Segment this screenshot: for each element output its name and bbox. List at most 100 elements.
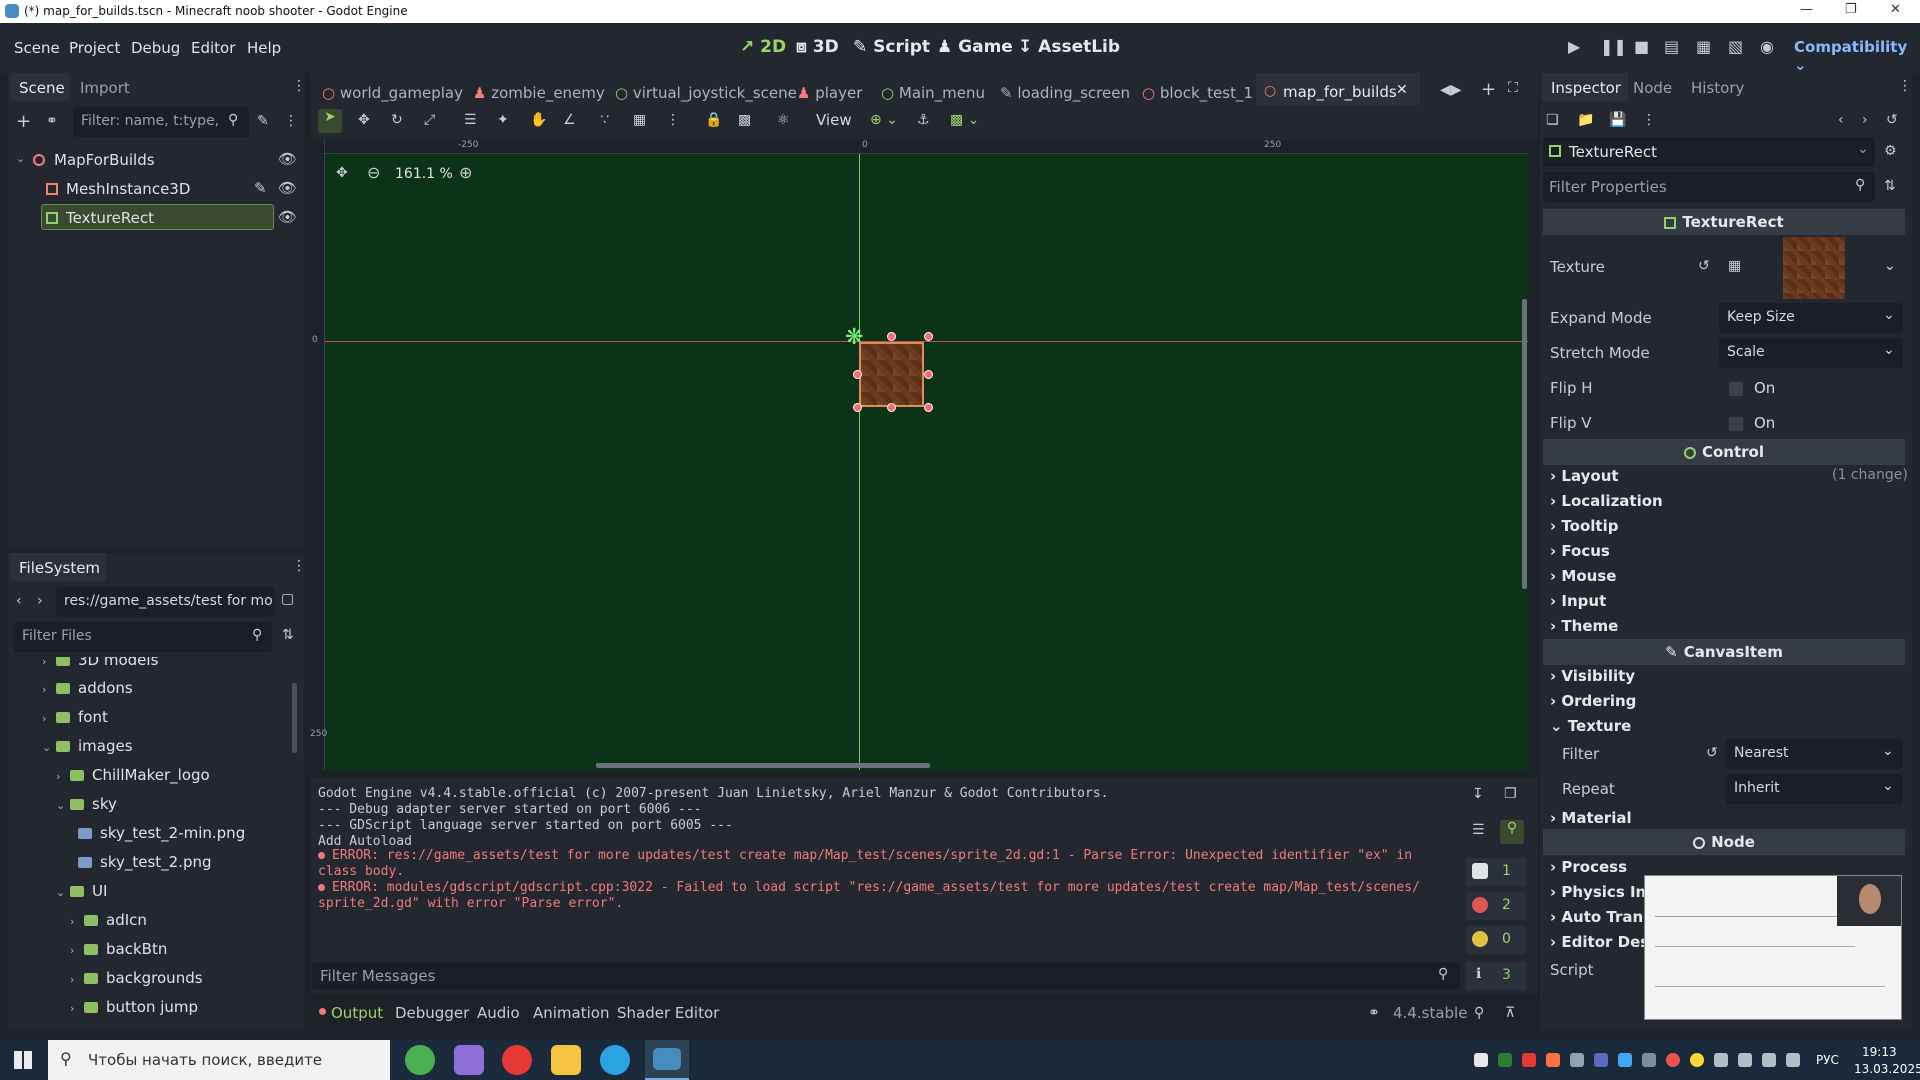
tray-app-icon[interactable] <box>1498 1053 1512 1067</box>
file-filter-input[interactable]: Filter Files ⚲ <box>14 622 272 652</box>
list-item[interactable]: sky_test_2-min.png <box>78 824 245 852</box>
expand-mode-select[interactable]: Keep Size ⌄ <box>1719 303 1903 333</box>
section-focus[interactable]: › Focus <box>1550 542 1610 560</box>
object-tools-icon[interactable]: ⚙ <box>1884 143 1897 159</box>
tab-history[interactable]: History <box>1691 79 1744 97</box>
anchor-gizmo-icon[interactable]: ❋ <box>845 325 863 350</box>
movie-icon[interactable]: ◉ <box>1760 37 1774 56</box>
zoom-out-icon[interactable]: ⊖ <box>367 163 380 182</box>
play-custom-icon[interactable]: ▧ <box>1728 37 1743 56</box>
expand-panel-icon[interactable]: ⊼ <box>1505 1005 1515 1021</box>
revert-icon[interactable]: ↺ <box>1698 258 1710 274</box>
pin-icon[interactable]: ⚲ <box>1474 1005 1484 1021</box>
map-icon[interactable]: ▦ <box>1728 258 1741 274</box>
object-selector[interactable]: TextureRect ⌄ <box>1543 137 1875 167</box>
link-icon[interactable]: ⚭ <box>46 113 58 129</box>
workspace-assetlib[interactable]: ↧ AssetLib <box>1018 37 1120 57</box>
resize-handle[interactable] <box>887 332 896 341</box>
network-icon[interactable] <box>1762 1053 1776 1067</box>
select-mode-icon[interactable]: ➤ <box>318 109 342 133</box>
dock-menu-icon[interactable]: ⋮ <box>1898 78 1912 94</box>
stop-icon[interactable]: ■ <box>1634 37 1649 56</box>
tree-menu-icon[interactable]: ⋮ <box>284 113 298 129</box>
resize-handle[interactable] <box>853 370 862 379</box>
list-item[interactable]: ⌄ images <box>42 737 133 765</box>
filter-messages-badge[interactable]: 1 <box>1466 858 1526 886</box>
tab-history-icon[interactable]: ◀▶ <box>1440 82 1462 98</box>
layout-preset-icon[interactable]: ▩ ⌄ <box>950 112 979 128</box>
file-explorer-icon[interactable] <box>551 1045 581 1075</box>
dock-menu-icon[interactable]: ⋮ <box>292 558 306 574</box>
texture-preview[interactable] <box>1783 237 1845 299</box>
section-localization[interactable]: › Localization <box>1550 492 1663 510</box>
renderer-selector[interactable]: Compatibility ⌄ <box>1794 38 1920 74</box>
dock-menu-icon[interactable]: ⋮ <box>292 78 306 94</box>
utorrent-icon[interactable] <box>405 1045 435 1075</box>
close-tab-icon[interactable]: ✕ <box>1396 82 1408 98</box>
clear-log-icon[interactable]: ❐ <box>1504 786 1517 802</box>
visibility-eye-icon[interactable]: 👁 <box>278 208 297 226</box>
filter-warnings-badge[interactable]: 0 <box>1466 926 1526 954</box>
rotate-mode-icon[interactable]: ↻ <box>391 112 403 128</box>
list-item[interactable]: › backBtn <box>70 940 167 968</box>
save-resource-icon[interactable]: 💾 <box>1609 112 1626 128</box>
resize-handle[interactable] <box>853 403 862 412</box>
view-menu[interactable]: View <box>816 111 852 129</box>
menu-project[interactable]: Project <box>69 39 120 57</box>
section-material[interactable]: › Material <box>1550 809 1632 827</box>
godot-taskbar-button[interactable] <box>645 1040 689 1080</box>
ruler-icon[interactable]: ∠ <box>563 112 576 128</box>
new-resource-icon[interactable]: ❏ <box>1546 112 1559 128</box>
visibility-eye-icon[interactable]: 👁 <box>278 179 297 197</box>
stretch-mode-select[interactable]: Scale ⌄ <box>1719 338 1903 368</box>
search-box[interactable]: ⚲ Чтобы начать поиск, введите <box>48 1040 390 1080</box>
expand-arrow-icon[interactable]: › <box>70 944 84 957</box>
section-layout[interactable]: › Layout <box>1550 467 1619 485</box>
revert-icon[interactable]: ↺ <box>1706 745 1718 761</box>
flip-v-checkbox[interactable] <box>1729 417 1743 431</box>
section-tooltip[interactable]: › Tooltip <box>1550 517 1618 535</box>
pan-icon[interactable]: ✋ <box>530 112 547 128</box>
battery-icon[interactable] <box>1738 1053 1752 1067</box>
object-history-icon[interactable]: ↺ <box>1886 112 1898 128</box>
telegram-icon[interactable] <box>600 1045 630 1075</box>
resize-handle[interactable] <box>887 403 896 412</box>
zoom-level[interactable]: 161.1 % <box>395 166 453 182</box>
play-icon[interactable]: ▶ <box>1568 37 1580 56</box>
workspace-2d[interactable]: ↗ 2D <box>740 37 786 57</box>
grid-snap-icon[interactable]: ▦ <box>633 112 646 128</box>
list-item[interactable]: ⌄ UI <box>56 882 107 910</box>
workspace-script[interactable]: ✎ Script <box>853 37 930 57</box>
resize-handle[interactable] <box>924 370 933 379</box>
vertical-scrollbar[interactable] <box>1522 299 1527 589</box>
volume-icon[interactable] <box>1714 1053 1728 1067</box>
history-forward-icon[interactable]: › <box>1862 112 1868 128</box>
list-item[interactable]: › ChillMaker_logo <box>56 766 210 794</box>
repeat-select[interactable]: Inherit ⌄ <box>1726 774 1903 804</box>
visibility-eye-icon[interactable]: 👁 <box>278 150 297 168</box>
list-item[interactable]: › font <box>42 708 108 736</box>
list-item[interactable]: › 3D models <box>42 657 158 679</box>
expand-arrow-icon[interactable]: › <box>70 973 84 986</box>
list-item[interactable]: sky_test_2.png <box>78 853 212 881</box>
list-item[interactable]: › backgrounds <box>70 969 203 997</box>
expand-arrow-icon[interactable]: › <box>70 915 84 928</box>
tab-audio[interactable]: Audio <box>477 1004 520 1022</box>
tray-app-icon[interactable] <box>1546 1053 1560 1067</box>
resize-handle[interactable] <box>924 403 933 412</box>
snap-options-icon[interactable]: ⋮ <box>666 112 680 128</box>
list-select-icon[interactable]: ☰ <box>464 112 477 128</box>
split-view-icon[interactable]: ▢ <box>281 591 294 607</box>
smart-snap-icon[interactable]: ∵ <box>600 112 609 128</box>
scale-mode-icon[interactable]: ⤢ <box>424 112 435 128</box>
windows-start-icon[interactable] <box>14 1051 32 1069</box>
visual-studio-icon[interactable] <box>454 1045 484 1075</box>
path-field[interactable]: res://game_assets/test for mo <box>56 587 274 617</box>
group-icon[interactable]: ▩ <box>738 112 751 128</box>
resource-menu-icon[interactable]: ⋮ <box>1642 112 1656 128</box>
expand-arrow-icon[interactable]: ⌄ <box>16 152 30 165</box>
forward-icon[interactable]: › <box>37 593 43 609</box>
section-texture[interactable]: ⌄ Texture <box>1550 717 1631 735</box>
tab-scene[interactable]: Scene <box>10 73 70 101</box>
pivot-icon[interactable]: ✦ <box>497 112 509 128</box>
